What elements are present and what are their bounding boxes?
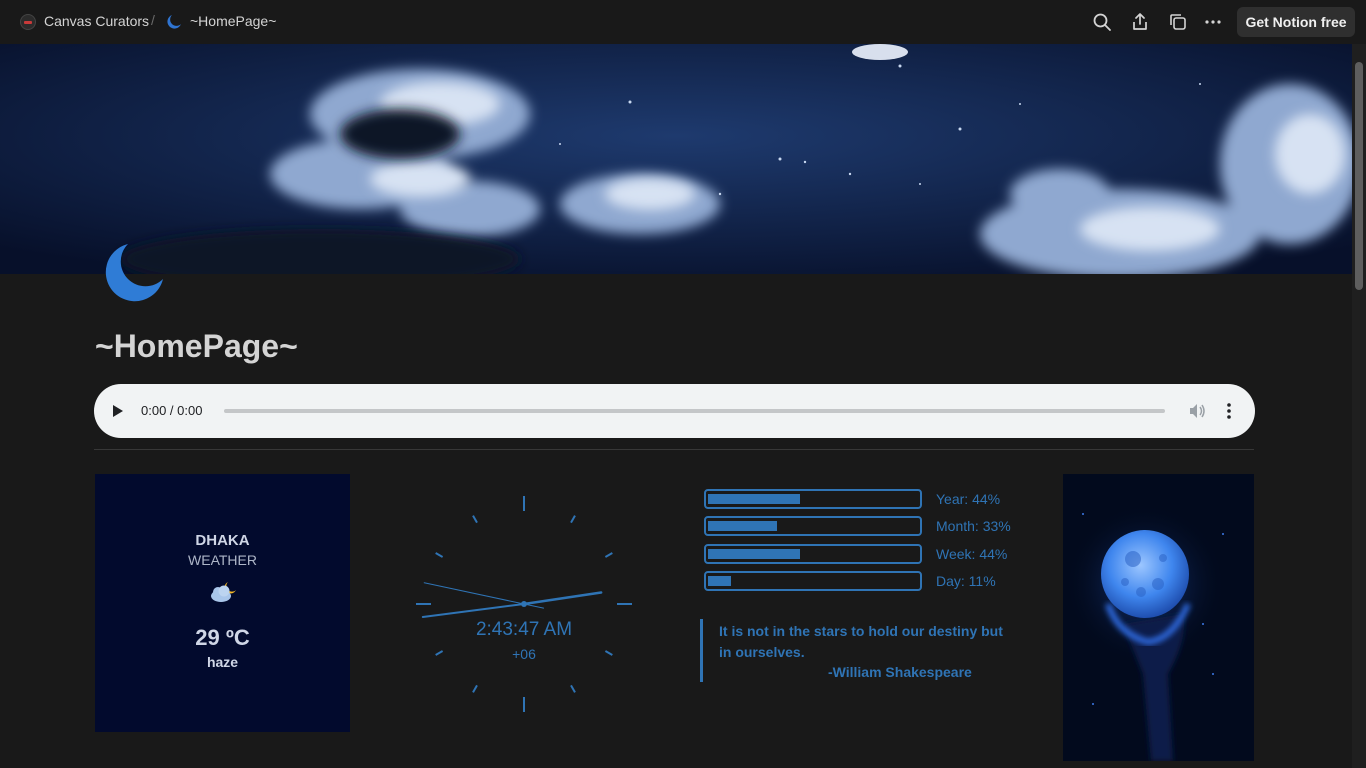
- moon-in-hand-image: [1063, 474, 1254, 761]
- scrollbar[interactable]: [1352, 44, 1366, 768]
- duplicate-icon[interactable]: [1167, 11, 1189, 33]
- clock-hour-hand: [522, 591, 603, 606]
- page-title[interactable]: ~HomePage~: [95, 328, 298, 365]
- progress-bar-fill: [708, 494, 800, 504]
- breadcrumb-separator: /: [151, 12, 155, 28]
- weather-description: haze: [206, 654, 239, 670]
- progress-bar-fill: [708, 576, 731, 586]
- clock-timezone: +06: [512, 646, 536, 662]
- progress-label: Week: 44%: [936, 546, 1008, 562]
- clock-tick: [472, 684, 478, 693]
- weather-widget[interactable]: DHAKA WEATHER 29 ºC haze: [95, 474, 350, 732]
- quote-block[interactable]: It is not in the stars to hold our desti…: [700, 619, 1013, 682]
- progress-label: Year: 44%: [936, 491, 1001, 507]
- top-bar: Canvas Curators / ~HomePage~ Get Notion …: [0, 0, 1366, 44]
- progress-label: Day: 11%: [936, 573, 996, 589]
- quote-text: It is not in the stars to hold our desti…: [719, 623, 1003, 660]
- share-icon[interactable]: [1129, 11, 1151, 33]
- clock-tick: [570, 684, 576, 693]
- weather-city: DHAKA: [195, 532, 250, 549]
- scrollbar-thumb[interactable]: [1355, 62, 1363, 290]
- audio-progress-track[interactable]: [224, 409, 1165, 413]
- progress-label: Month: 33%: [936, 518, 1011, 534]
- weather-temperature: 29 ºC: [195, 625, 250, 650]
- progress-bar-fill: [708, 549, 800, 559]
- audio-player: 0:00 / 0:00: [94, 384, 1255, 438]
- clock-tick: [435, 552, 444, 558]
- divider: [94, 449, 1254, 450]
- weather-label: WEATHER: [188, 552, 257, 568]
- clock-minute-hand: [421, 603, 525, 618]
- clock-center: [521, 601, 527, 607]
- get-notion-free-button[interactable]: Get Notion free: [1237, 7, 1355, 37]
- play-icon[interactable]: [110, 403, 124, 424]
- progress-bar-frame: [704, 571, 922, 591]
- audio-more-icon[interactable]: [1222, 401, 1236, 426]
- cover-image: [0, 44, 1352, 274]
- breadcrumb-workspace[interactable]: Canvas Curators: [44, 13, 149, 29]
- analog-clock: [416, 496, 632, 712]
- breadcrumb-page[interactable]: ~HomePage~: [190, 13, 276, 29]
- clock-digital-time: 2:43:47 AM: [475, 619, 573, 640]
- more-options-icon[interactable]: [1202, 11, 1224, 33]
- workspace-icon[interactable]: [20, 14, 36, 30]
- audio-time: 0:00 / 0:00: [141, 403, 203, 418]
- moon-icon: [166, 14, 182, 35]
- volume-icon[interactable]: [1187, 401, 1207, 426]
- clock-tick: [570, 515, 576, 524]
- search-icon[interactable]: [1091, 11, 1113, 33]
- quote-author: -William Shakespeare: [828, 664, 972, 680]
- progress-bar-fill: [708, 521, 777, 531]
- page-moon-icon[interactable]: [104, 241, 166, 308]
- partly-cloudy-night-icon: [208, 578, 240, 609]
- clock-tick: [472, 515, 478, 524]
- clock-tick: [604, 552, 613, 558]
